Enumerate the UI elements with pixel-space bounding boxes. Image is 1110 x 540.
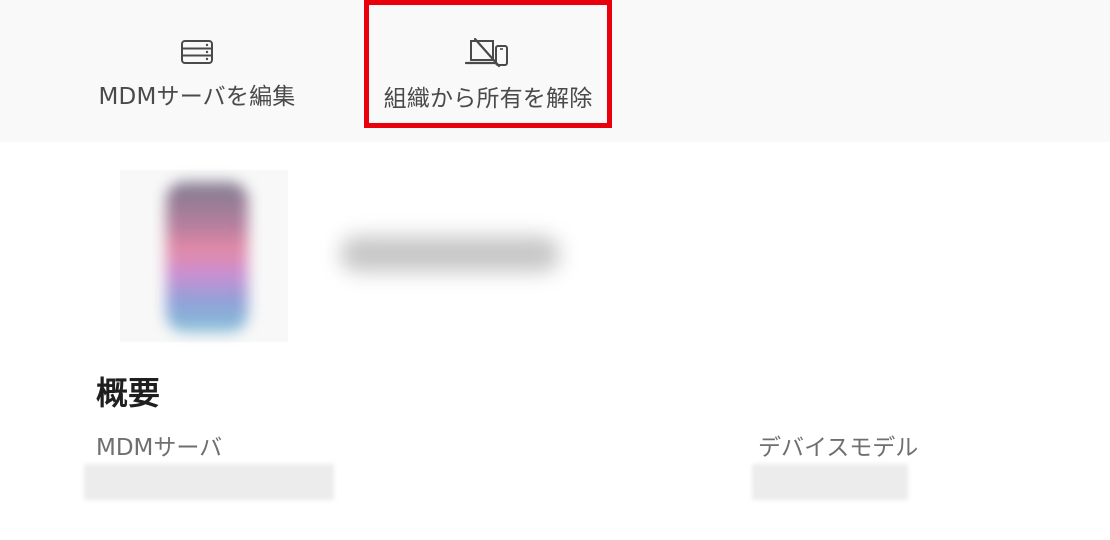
device-photo-blurred — [166, 182, 248, 332]
mdm-server-label: MDMサーバ — [96, 435, 223, 461]
device-name-redacted — [340, 236, 560, 272]
device-model-label: デバイスモデル — [758, 435, 919, 461]
release-from-organization-label: 組織から所有を解除 — [383, 86, 593, 112]
laptop-phone-slash-icon — [465, 37, 508, 68]
overview-title: 概要 — [96, 374, 161, 412]
edit-mdm-server-label: MDMサーバを編集 — [98, 84, 296, 110]
mdm-server-value-redacted — [84, 464, 334, 500]
toolbar: MDMサーバを編集 組織から所有を解除 — [0, 0, 1110, 142]
release-from-organization-button[interactable]: 組織から所有を解除 — [364, 0, 612, 128]
edit-mdm-server-button[interactable]: MDMサーバを編集 — [86, 0, 308, 128]
server-icon — [181, 40, 213, 64]
device-model-value-redacted — [752, 464, 908, 500]
device-image — [120, 170, 288, 342]
